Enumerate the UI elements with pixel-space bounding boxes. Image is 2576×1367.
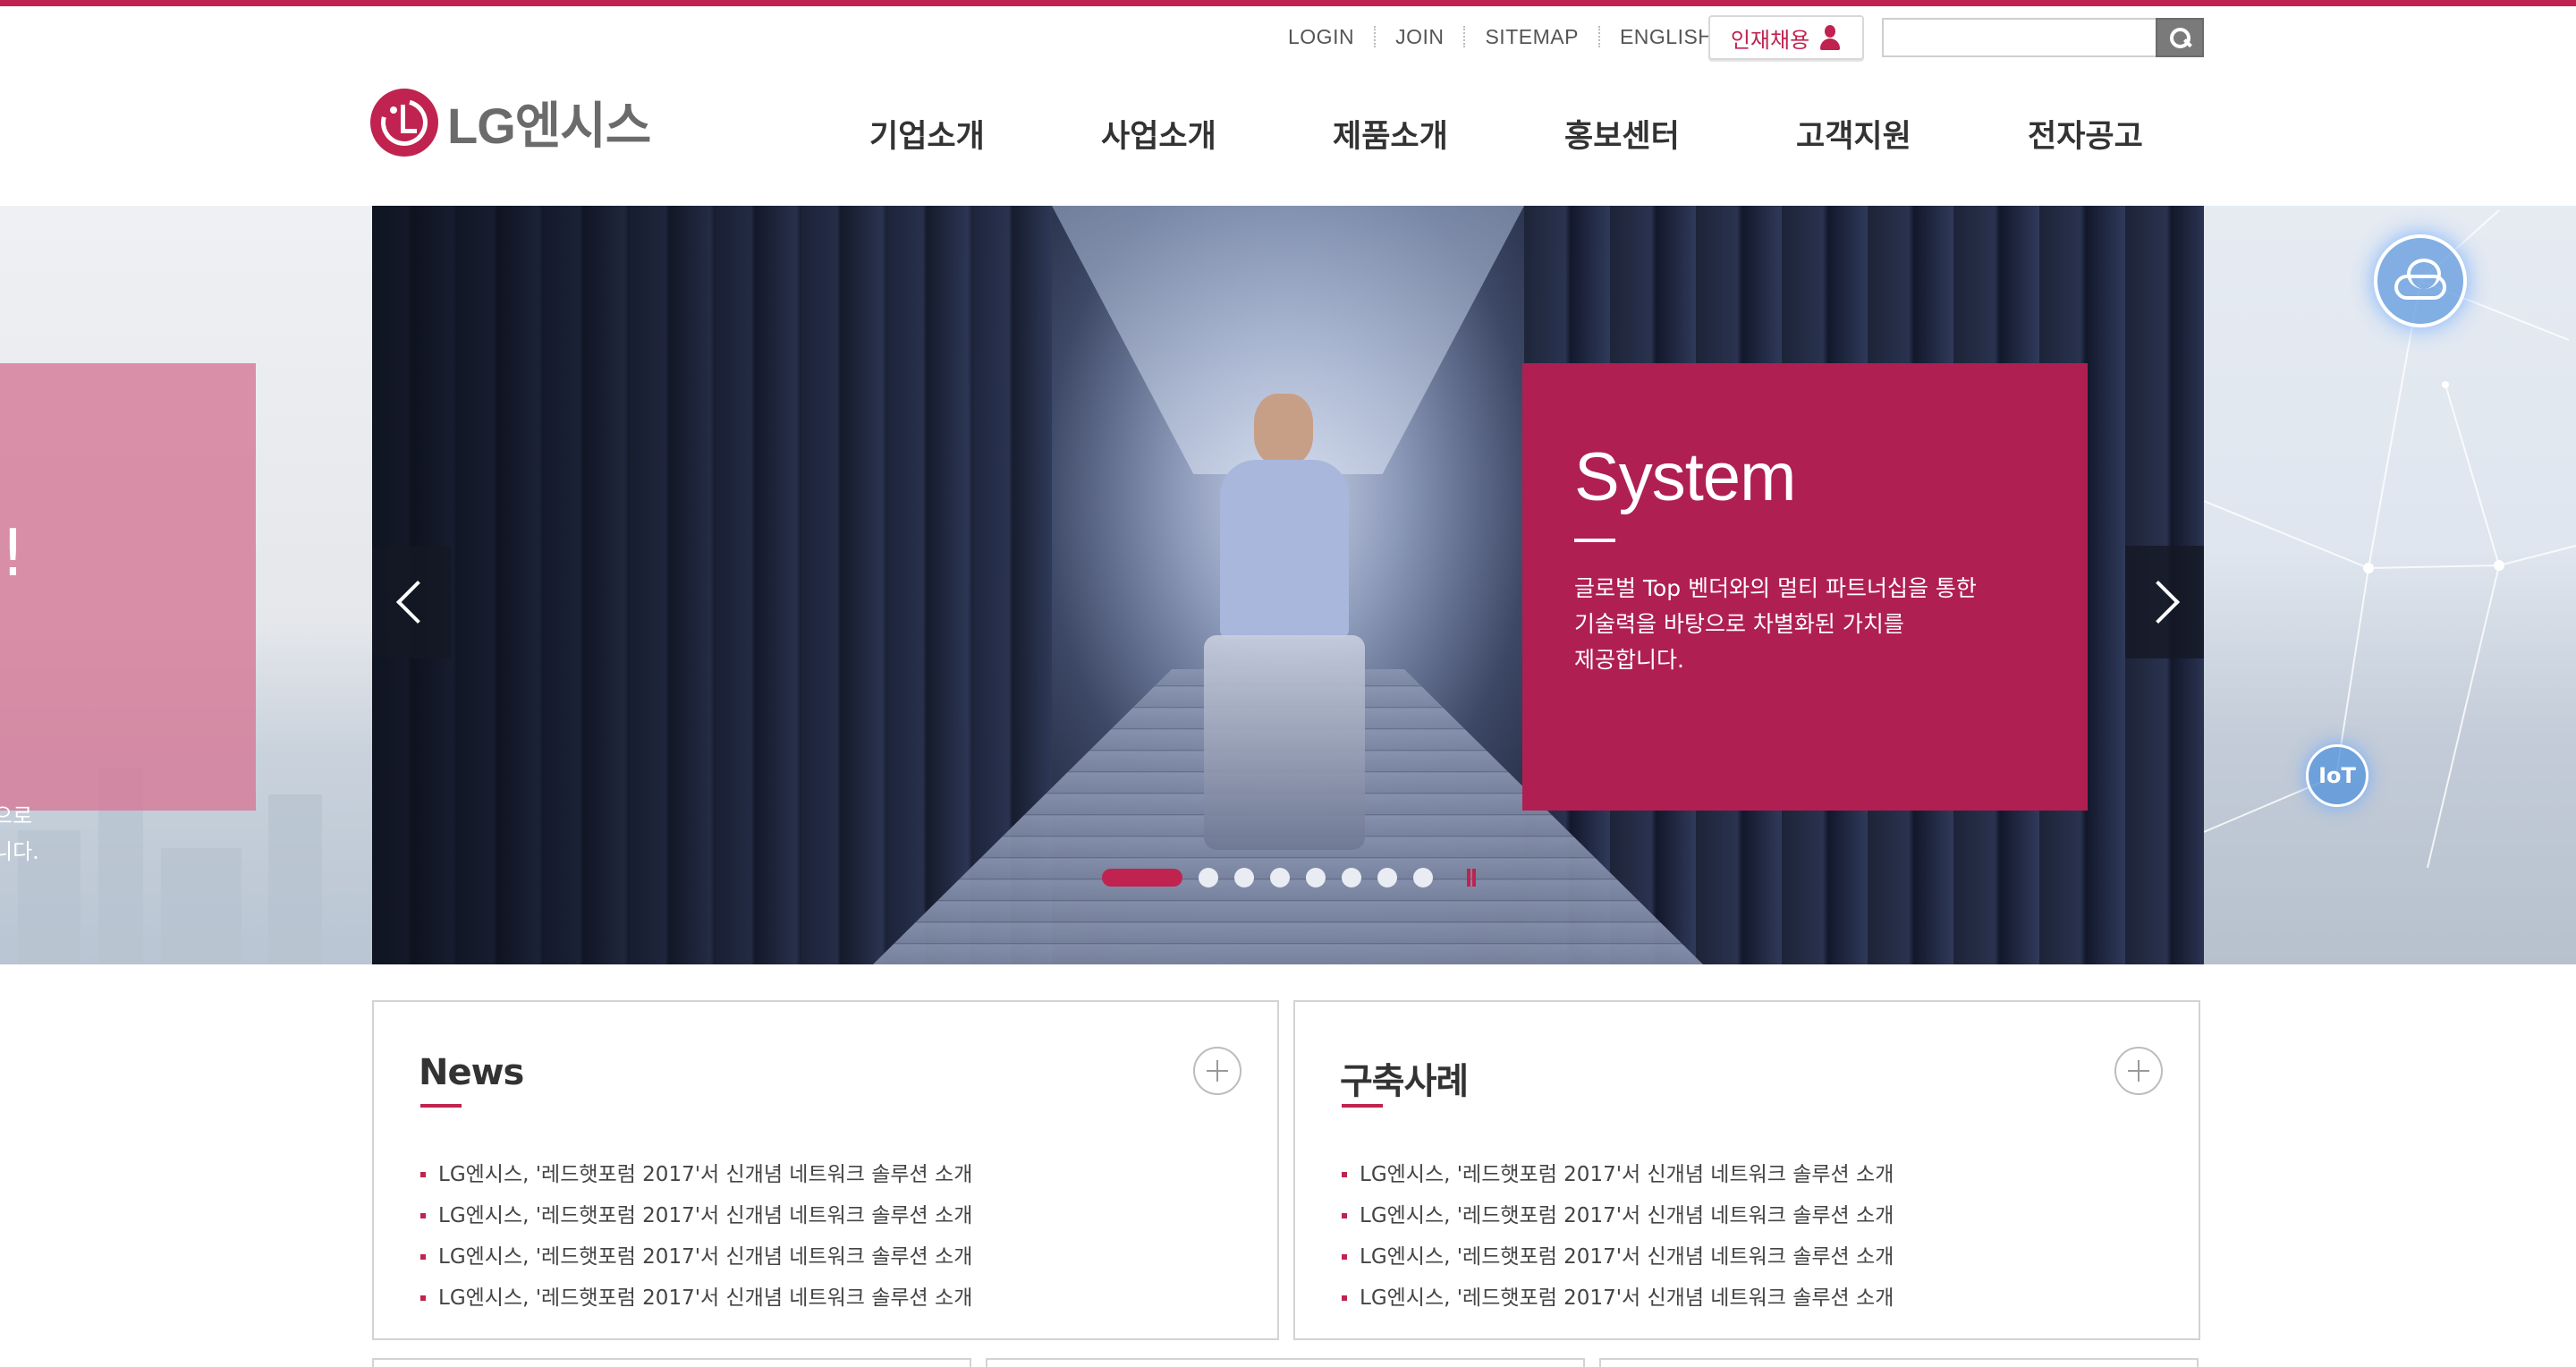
news-item-link[interactable]: LG엔시스, '레드햇포럼 2017'서 신개념 네트워크 솔루션 소개 <box>438 1286 972 1310</box>
carousel-prev-button[interactable] <box>372 546 451 658</box>
join-link[interactable]: JOIN <box>1395 25 1444 49</box>
recruit-label: 인재채용 <box>1730 27 1810 53</box>
utility-separator <box>1374 26 1377 47</box>
carousel-pause-icon[interactable] <box>1467 869 1476 887</box>
nav-pr-center[interactable]: 홍보센터 <box>1564 111 1796 157</box>
nav-business[interactable]: 사업소개 <box>1101 111 1333 157</box>
list-item[interactable]: LG엔시스, '레드햇포럼 2017'서 신개념 네트워크 솔루션 소개 <box>420 1278 972 1319</box>
login-link[interactable]: LOGIN <box>1288 25 1354 49</box>
datacenter-technician <box>1177 394 1392 859</box>
carousel-dot[interactable] <box>1199 868 1218 887</box>
person-icon <box>1818 24 1842 51</box>
list-item[interactable]: LG엔시스, '레드햇포럼 2017'서 신개념 네트워크 솔루션 소개 <box>420 1154 972 1195</box>
hero-description-line: 기술력을 바탕으로 차별화된 가치를 <box>1574 611 1904 637</box>
carousel-dot-active[interactable] <box>1102 869 1182 887</box>
english-link[interactable]: ENGLISH <box>1620 25 1713 49</box>
previous-slide-caption: ! 으로 니다. <box>0 363 256 864</box>
hero-description-line: 제공합니다. <box>1574 647 1684 673</box>
network-lines <box>2204 209 2576 869</box>
news-list: LG엔시스, '레드햇포럼 2017'서 신개념 네트워크 솔루션 소개 LG엔… <box>420 1154 972 1319</box>
cases-list: LG엔시스, '레드햇포럼 2017'서 신개념 네트워크 솔루션 소개 LG엔… <box>1342 1154 1894 1319</box>
carousel-pagination <box>1102 868 1476 887</box>
search-icon <box>2168 26 2191 49</box>
news-item-link[interactable]: LG엔시스, '레드햇포럼 2017'서 신개념 네트워크 솔루션 소개 <box>438 1245 972 1269</box>
hero-title-rule <box>1574 539 1615 542</box>
cases-title-rule <box>1342 1104 1383 1108</box>
iot-badge: IoT <box>2306 744 2368 807</box>
utility-separator <box>1463 26 1466 47</box>
list-item[interactable]: LG엔시스, '레드햇포럼 2017'서 신개념 네트워크 솔루션 소개 <box>420 1236 972 1278</box>
carousel-dot[interactable] <box>1377 868 1397 887</box>
sitemap-link[interactable]: SITEMAP <box>1485 25 1578 49</box>
nav-company[interactable]: 기업소개 <box>869 111 1101 157</box>
previous-slide-line: 으로 <box>0 803 33 828</box>
cases-more-button[interactable] <box>2114 1047 2163 1095</box>
top-accent-bar <box>0 0 2576 6</box>
utility-nav: LOGIN JOIN SITEMAP ENGLISH <box>1288 21 1713 52</box>
previous-slide-title: ! <box>0 515 26 590</box>
lg-logo-icon <box>370 88 438 157</box>
site-logo[interactable]: LG엔시스 <box>370 86 651 158</box>
utility-separator <box>1597 26 1600 47</box>
carousel-dot[interactable] <box>1234 868 1254 887</box>
chevron-left-icon <box>395 580 440 624</box>
logo-text: LG엔시스 <box>447 98 651 154</box>
nav-support[interactable]: 고객지원 <box>1796 111 2028 157</box>
carousel-dot[interactable] <box>1306 868 1326 887</box>
hero-description: 글로벌 Top 벤더와의 멀티 파트너십을 통한 기술력을 바탕으로 차별화된 … <box>1574 571 2039 678</box>
previous-slide-line: 니다. <box>0 839 39 864</box>
carousel-next-button[interactable] <box>2125 546 2204 658</box>
nav-products[interactable]: 제품소개 <box>1333 111 1564 157</box>
news-more-button[interactable] <box>1193 1047 1241 1095</box>
cloud-icon <box>2394 259 2446 300</box>
news-item-link[interactable]: LG엔시스, '레드햇포럼 2017'서 신개념 네트워크 솔루션 소개 <box>438 1163 972 1186</box>
news-board: News LG엔시스, '레드햇포럼 2017'서 신개념 네트워크 솔루션 소… <box>372 1000 1279 1340</box>
list-item[interactable]: LG엔시스, '레드햇포럼 2017'서 신개념 네트워크 솔루션 소개 <box>1342 1154 1894 1195</box>
cases-item-link[interactable]: LG엔시스, '레드햇포럼 2017'서 신개념 네트워크 솔루션 소개 <box>1360 1204 1894 1227</box>
nav-e-notice[interactable]: 전자공고 <box>2028 111 2259 157</box>
carousel-dot[interactable] <box>1342 868 1361 887</box>
news-item-link[interactable]: LG엔시스, '레드햇포럼 2017'서 신개념 네트워크 솔루션 소개 <box>438 1204 972 1227</box>
carousel-dot[interactable] <box>1413 868 1433 887</box>
news-title: News <box>419 1052 524 1093</box>
list-item[interactable]: LG엔시스, '레드햇포럼 2017'서 신개념 네트워크 솔루션 소개 <box>1342 1236 1894 1278</box>
list-item[interactable]: LG엔시스, '레드햇포럼 2017'서 신개념 네트워크 솔루션 소개 <box>420 1195 972 1236</box>
cloud-badge <box>2374 234 2467 327</box>
search-input[interactable] <box>1882 18 2156 57</box>
recruit-button[interactable]: 인재채용 <box>1708 15 1864 60</box>
news-title-rule <box>420 1104 462 1108</box>
chevron-right-icon <box>2136 580 2181 624</box>
main-nav: 기업소개 사업소개 제품소개 홍보센터 고객지원 전자공고 <box>869 111 2259 157</box>
carousel-dot[interactable] <box>1270 868 1290 887</box>
cases-board: 구축사례 LG엔시스, '레드햇포럼 2017'서 신개념 네트워크 솔루션 소… <box>1293 1000 2200 1340</box>
lower-card-edge <box>986 1358 1585 1367</box>
hero-caption-box: System 글로벌 Top 벤더와의 멀티 파트너십을 통한 기술력을 바탕으… <box>1522 363 2088 811</box>
hero-title: System <box>1574 439 1796 515</box>
list-item[interactable]: LG엔시스, '레드햇포럼 2017'서 신개념 네트워크 솔루션 소개 <box>1342 1195 1894 1236</box>
cases-item-link[interactable]: LG엔시스, '레드햇포럼 2017'서 신개념 네트워크 솔루션 소개 <box>1360 1245 1894 1269</box>
lower-card-edge <box>1599 1358 2199 1367</box>
previous-slide-peek: ! 으로 니다. <box>0 206 372 964</box>
cases-item-link[interactable]: LG엔시스, '레드햇포럼 2017'서 신개념 네트워크 솔루션 소개 <box>1360 1286 1894 1310</box>
cases-title: 구축사례 <box>1340 1061 1469 1102</box>
list-item[interactable]: LG엔시스, '레드햇포럼 2017'서 신개념 네트워크 솔루션 소개 <box>1342 1278 1894 1319</box>
hero-description-line: 글로벌 Top 벤더와의 멀티 파트너십을 통한 <box>1574 575 1977 601</box>
cases-item-link[interactable]: LG엔시스, '레드햇포럼 2017'서 신개념 네트워크 솔루션 소개 <box>1360 1163 1894 1186</box>
hero-slide-image: System 글로벌 Top 벤더와의 멀티 파트너십을 통한 기술력을 바탕으… <box>372 206 2204 964</box>
lower-card-edge <box>372 1358 971 1367</box>
search-button[interactable] <box>2156 18 2204 57</box>
next-slide-peek: IoT <box>2204 206 2576 964</box>
